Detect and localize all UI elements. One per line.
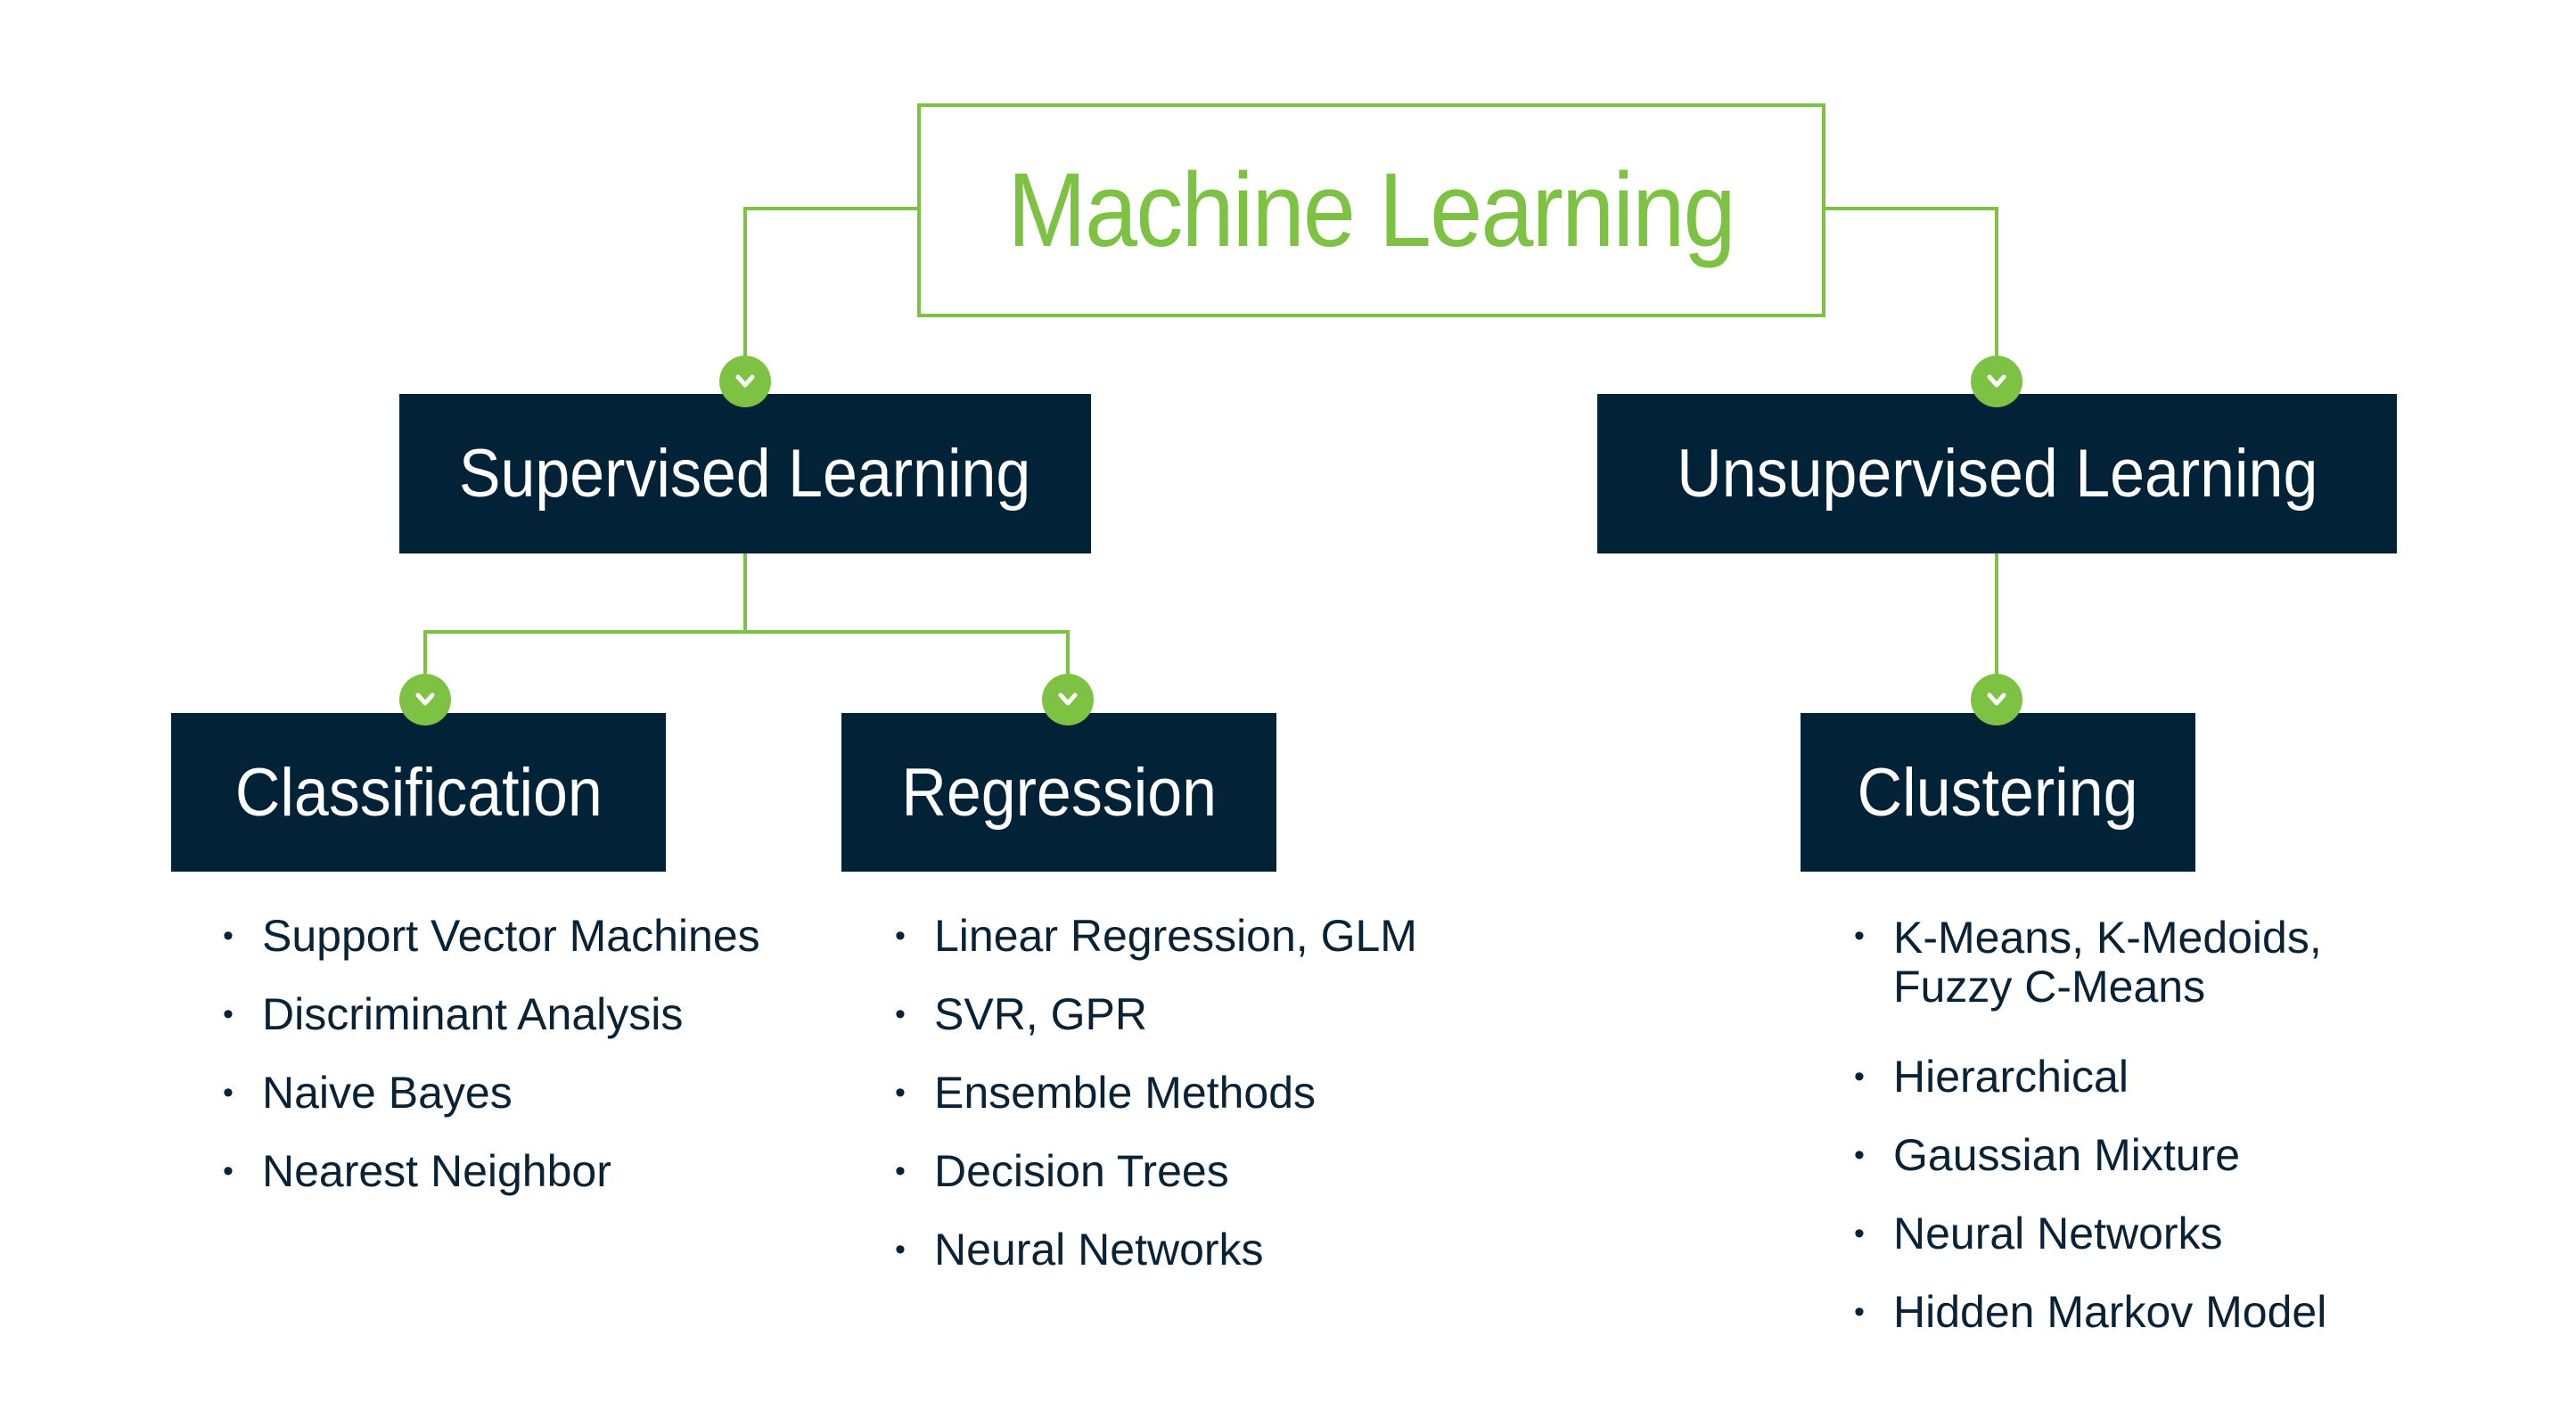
list-item: • Discriminant Analysis [223,989,684,1039]
connector-supervised-h [423,630,1070,634]
list-item: • Nearest Neighbor [223,1146,611,1196]
list-item: • Linear Regression, GLM [895,911,1417,961]
list-item: • Neural Networks [1854,1209,2223,1258]
clustering-list: • K-Means, K-Medoids, Fuzzy C-Means • Hiera… [1854,897,2326,1351]
connector-root-left-h [743,207,919,210]
chevron-down-icon [1042,674,1094,725]
list-item: • Support Vector Machines [223,911,760,961]
chevron-down-icon [1971,674,2022,725]
chevron-down-icon [399,674,451,725]
regression-list: • Linear Regression, GLM • SVR, GPR • Ensem… [895,897,1417,1289]
node-supervised-learning: Supervised Learning [399,394,1091,553]
connector-root-right-h [1818,207,1998,210]
list-item: • Gaussian Mixture [1854,1130,2241,1180]
chevron-down-icon [719,356,771,407]
root-label: Machine Learning [1007,152,1736,269]
node-label: Supervised Learning [459,436,1031,512]
list-item: • Neural Networks [895,1225,1264,1274]
list-item: • Ensemble Methods [895,1068,1317,1118]
node-label: Unsupervised Learning [1676,436,2318,512]
root-node-machine-learning: Machine Learning [917,103,1825,317]
list-item: • Hierarchical [1854,1052,2129,1102]
list-item: • Hidden Markov Model [1854,1287,2327,1337]
node-clustering: Clustering [1801,713,2195,872]
list-item: • K-Means, K-Medoids, Fuzzy C-Means [1854,913,2322,1012]
node-unsupervised-learning: Unsupervised Learning [1597,394,2397,553]
node-classification: Classification [171,713,666,872]
classification-list: • Support Vector Machines • Discriminant A… [223,897,760,1210]
list-item: • Naive Bayes [223,1068,513,1118]
list-item: • Decision Trees [895,1146,1229,1196]
chevron-down-icon [1971,356,2022,407]
node-label: Regression [901,754,1217,831]
node-regression: Regression [841,713,1276,872]
node-label: Clustering [1858,754,2138,831]
node-label: Classification [234,754,603,831]
list-item: • SVR, GPR [895,989,1147,1039]
connector-supervised-v [743,553,747,634]
